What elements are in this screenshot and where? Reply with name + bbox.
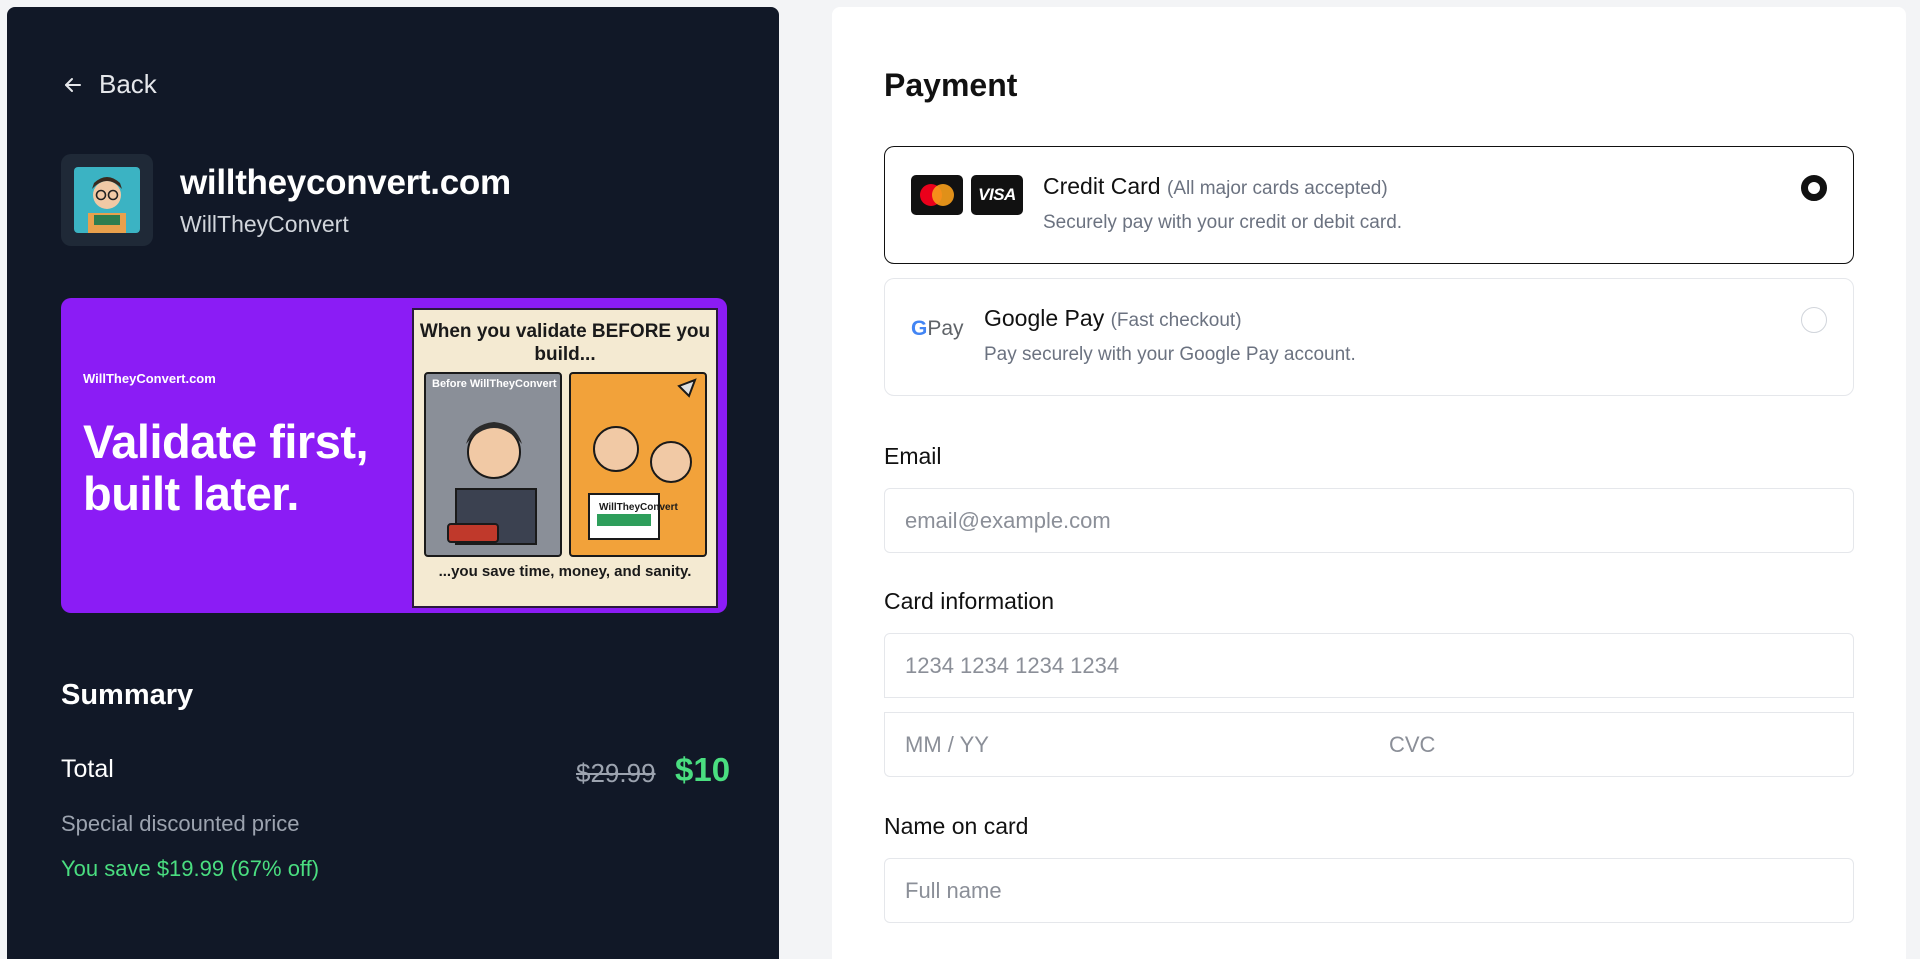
google-pay-title: Google Pay (Fast checkout) [984, 305, 1242, 332]
banner-headline: Validate first, built later. [83, 415, 369, 520]
name-on-card-label: Name on card [884, 813, 1029, 839]
google-pay-icon: GPay [911, 317, 964, 340]
frustrated-developer-image [447, 422, 537, 545]
order-summary-panel: Back willtheyconvert.com WillTheyConvert… [7, 7, 779, 959]
credit-card-radio[interactable] [1801, 175, 1827, 201]
email-label: Email [884, 443, 942, 469]
name-on-card-field[interactable] [884, 858, 1854, 923]
card-cvc-field[interactable] [1369, 712, 1854, 777]
total-label: Total [61, 755, 114, 783]
card-number-field[interactable] [884, 633, 1854, 698]
card-information-label: Card information [884, 588, 1055, 614]
summary-heading: Summary [61, 679, 194, 711]
arrow-left-icon [65, 77, 81, 92]
visa-icon: VISA [971, 175, 1023, 215]
comic-panel-after-label: WillTheyConvert [599, 502, 678, 513]
payment-option-credit-card[interactable]: VISA Credit Card (All major cards accept… [884, 146, 1854, 264]
product-banner: WillTheyConvert.com Validate first, buil… [61, 298, 727, 613]
savings-text: You save $19.99 (67% off) [61, 856, 320, 881]
google-pay-note: (Fast checkout) [1110, 310, 1242, 331]
google-pay-label: Google Pay [984, 305, 1105, 331]
banner-brand: WillTheyConvert.com [83, 371, 216, 386]
email-field[interactable] [884, 488, 1854, 553]
card-expiry-field[interactable] [884, 712, 1369, 777]
comic-panel-after: WillTheyConvert [569, 372, 707, 557]
payment-option-google-pay[interactable]: GPay Google Pay (Fast checkout) Pay secu… [884, 278, 1854, 396]
mascot-avatar-image [74, 167, 140, 233]
google-pay-description: Pay securely with your Google Pay accoun… [984, 344, 1356, 365]
comic-top-text: When you validate BEFORE you build... [419, 321, 711, 365]
back-button[interactable]: Back [61, 69, 157, 100]
google-pay-logo-text: Pay [927, 317, 964, 340]
comic-bottom-text: ...you save time, money, and sanity. [438, 563, 692, 580]
product-title: willtheyconvert.com [180, 162, 511, 202]
product-header: willtheyconvert.com WillTheyConvert [61, 154, 511, 246]
product-logo [61, 154, 153, 246]
comic-panel-before: Before WillTheyConvert [424, 372, 562, 557]
credit-card-note: (All major cards accepted) [1167, 178, 1388, 199]
celebrating-developers-image [588, 378, 697, 540]
payment-heading: Payment [884, 67, 1018, 103]
discounted-price: $10 [675, 751, 731, 788]
credit-card-title: Credit Card (All major cards accepted) [1043, 173, 1388, 200]
comic-illustration: When you validate BEFORE you build... Be… [412, 308, 718, 608]
credit-card-label: Credit Card [1043, 173, 1161, 199]
original-price: $29.99 [576, 758, 656, 788]
comic-panel-before-label: Before WillTheyConvert [432, 378, 557, 390]
discount-note: Special discounted price [61, 811, 300, 836]
back-label: Back [99, 69, 157, 99]
payment-panel: Payment VISA Credit Card (All major card… [832, 7, 1906, 959]
credit-card-description: Securely pay with your credit or debit c… [1043, 212, 1403, 233]
product-subtitle: WillTheyConvert [180, 210, 349, 237]
mastercard-icon [911, 175, 963, 215]
google-pay-radio[interactable] [1801, 307, 1827, 333]
